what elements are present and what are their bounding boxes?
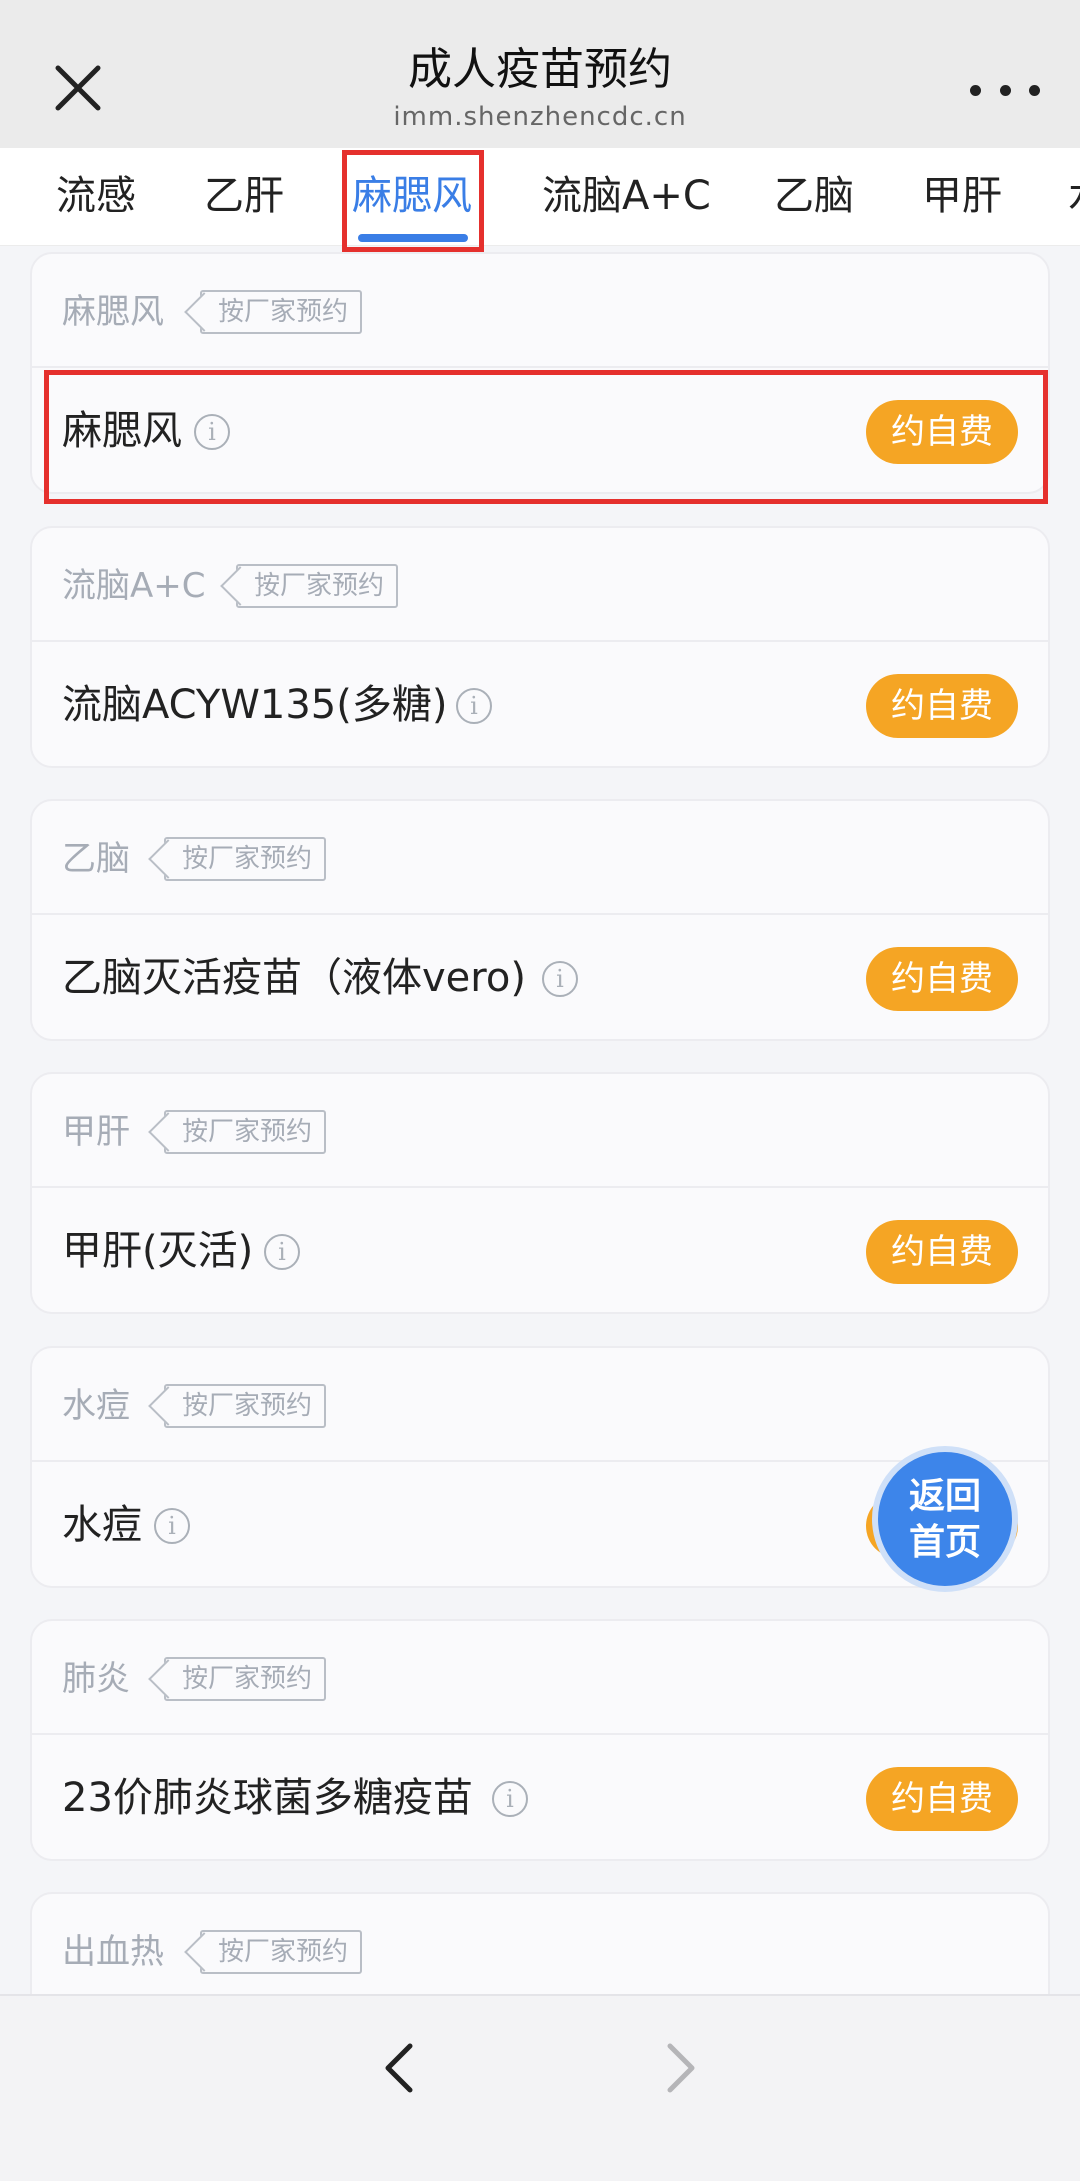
vaccine-name: 甲肝(灭活) [62, 1228, 254, 1274]
vaccine-row: 乙脑灭活疫苗（液体vero) i 约自费 [32, 915, 1048, 1039]
tab-hepatitis-b[interactable]: 乙肝 [204, 148, 284, 245]
category-label: 麻腮风 [62, 292, 164, 332]
chevron-right-icon[interactable] [648, 2038, 708, 2098]
book-self-pay-button[interactable]: 约自费 [866, 947, 1018, 1011]
info-icon[interactable]: i [492, 1781, 528, 1817]
card-header: 肺炎 按厂家预约 [32, 1621, 1048, 1735]
card-header: 乙脑 按厂家预约 [32, 801, 1048, 915]
more-dot [1029, 84, 1040, 96]
close-icon[interactable] [48, 58, 108, 118]
book-self-pay-button[interactable]: 约自费 [866, 1767, 1018, 1831]
category-label: 甲肝 [62, 1112, 130, 1152]
vaccine-name: 乙脑灭活疫苗（液体vero) [62, 955, 526, 1001]
card-header: 麻腮风 按厂家预约 [32, 254, 1048, 368]
vaccine-name: 水痘 [62, 1502, 142, 1548]
more-dot [970, 84, 981, 96]
page-url: imm.shenzhencdc.cn [393, 102, 687, 132]
tab-flu[interactable]: 流感 [56, 148, 136, 245]
tab-meningitis-ac[interactable]: 流脑A+C [542, 148, 711, 245]
highlight-box-row [44, 370, 1048, 504]
category-label: 出血热 [62, 1932, 164, 1972]
manufacturer-tag[interactable]: 按厂家预约 [200, 1930, 363, 1974]
tab-varicella[interactable]: 水 [1068, 148, 1080, 245]
category-label: 乙脑 [62, 839, 130, 879]
book-self-pay-button[interactable]: 约自费 [866, 674, 1018, 738]
vaccine-name: 23价肺炎球菌多糖疫苗 [62, 1775, 473, 1821]
manufacturer-tag[interactable]: 按厂家预约 [164, 1657, 327, 1701]
vaccine-card: 流脑A+C 按厂家预约 流脑ACYW135(多糖) i 约自费 [30, 526, 1050, 768]
category-label: 肺炎 [62, 1659, 130, 1699]
book-self-pay-button[interactable]: 约自费 [866, 1220, 1018, 1284]
manufacturer-tag[interactable]: 按厂家预约 [236, 564, 399, 608]
manufacturer-tag[interactable]: 按厂家预约 [164, 1110, 327, 1154]
page-title: 成人疫苗预约 [408, 44, 672, 95]
home-button-line1: 返回 [908, 1476, 981, 1517]
manufacturer-tag[interactable]: 按厂家预约 [164, 837, 327, 881]
more-dot [999, 84, 1011, 96]
vaccine-row: 流脑ACYW135(多糖) i 约自费 [32, 642, 1048, 766]
vaccine-list: 麻腮风 按厂家预约 麻腮风 i 约自费 流脑A+C 按厂家预约 流脑ACYW13… [0, 246, 1080, 1994]
info-icon[interactable]: i [542, 961, 578, 997]
manufacturer-tag[interactable]: 按厂家预约 [164, 1384, 327, 1428]
highlight-box-tab [342, 150, 484, 252]
info-icon[interactable]: i [264, 1234, 300, 1270]
card-header: 甲肝 按厂家预约 [32, 1074, 1048, 1188]
title-block: 成人疫苗预约 imm.shenzhencdc.cn [240, 40, 840, 134]
card-header: 水痘 按厂家预约 [32, 1348, 1048, 1462]
category-tabs: 流感 乙肝 麻腮风 流脑A+C 乙脑 甲肝 水 [0, 148, 1080, 246]
manufacturer-tag[interactable]: 按厂家预约 [200, 290, 363, 334]
back-to-home-button[interactable]: 返回 首页 [872, 1446, 1018, 1592]
info-icon[interactable]: i [154, 1508, 190, 1544]
home-button-line2: 首页 [908, 1522, 981, 1563]
chevron-left-icon[interactable] [372, 2038, 432, 2098]
vaccine-row: 甲肝(灭活) i 约自费 [32, 1188, 1048, 1312]
card-header: 出血热 按厂家预约 [32, 1894, 1048, 1994]
header-bar: 成人疫苗预约 imm.shenzhencdc.cn [0, 0, 1080, 148]
vaccine-card: 乙脑 按厂家预约 乙脑灭活疫苗（液体vero) i 约自费 [30, 799, 1050, 1041]
vaccine-card: 肺炎 按厂家预约 23价肺炎球菌多糖疫苗 i 约自费 [30, 1619, 1050, 1861]
category-label: 水痘 [62, 1386, 130, 1426]
info-icon[interactable]: i [456, 688, 492, 724]
more-icon[interactable] [970, 70, 1040, 110]
category-label: 流脑A+C [62, 566, 206, 606]
bottom-toolbar [0, 1994, 1080, 2181]
vaccine-name: 流脑ACYW135(多糖) [62, 682, 448, 728]
vaccine-card: 甲肝 按厂家预约 甲肝(灭活) i 约自费 [30, 1072, 1050, 1314]
vaccine-card: 出血热 按厂家预约 [30, 1892, 1050, 1994]
tab-japanese-encephalitis[interactable]: 乙脑 [774, 148, 854, 245]
vaccine-row: 23价肺炎球菌多糖疫苗 i 约自费 [32, 1735, 1048, 1859]
tab-hepatitis-a[interactable]: 甲肝 [922, 148, 1002, 245]
card-header: 流脑A+C 按厂家预约 [32, 528, 1048, 642]
